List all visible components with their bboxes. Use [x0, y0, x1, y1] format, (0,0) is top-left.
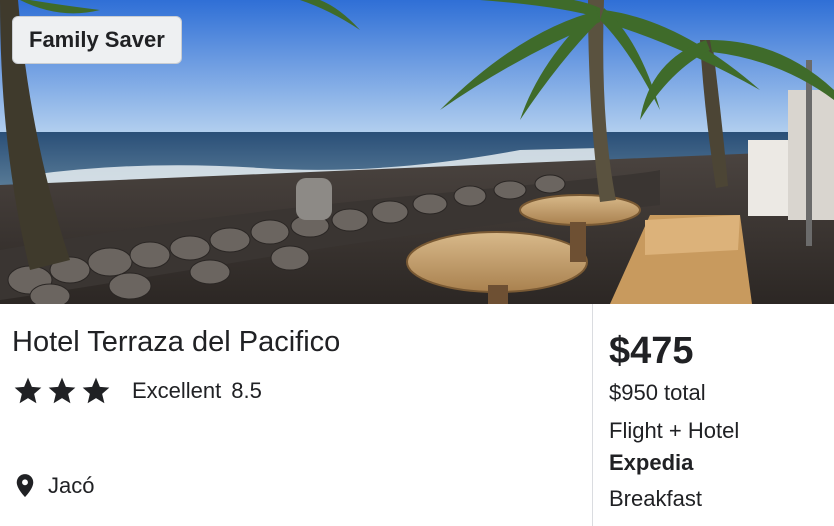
- star-icon: [82, 377, 110, 404]
- location-name: Jacó: [48, 473, 95, 498]
- hotel-name[interactable]: Hotel Terraza del Pacifico: [12, 326, 340, 359]
- price-per-person: $475: [609, 330, 694, 372]
- package-type: Flight + Hotel: [609, 418, 740, 443]
- rating-label: Excellent: [132, 378, 222, 403]
- star-icon: [48, 377, 76, 404]
- star-icon: [14, 377, 42, 404]
- rating-score: 8.5: [231, 378, 262, 403]
- hotel-photo[interactable]: Family Saver: [0, 0, 834, 304]
- total-price: $950 total: [609, 380, 706, 405]
- star-rating: [12, 375, 112, 407]
- amenity-label: Breakfast: [609, 486, 702, 511]
- family-saver-badge: Family Saver: [12, 16, 182, 64]
- price-panel: $475 $950 total Flight + Hotel Expedia B…: [593, 304, 834, 526]
- hotel-result-card[interactable]: Family Saver Hotel Terraza del Pacifico …: [0, 0, 834, 526]
- hotel-info: Hotel Terraza del Pacifico Excellent 8.5…: [0, 304, 592, 526]
- badge-label: Family Saver: [29, 27, 165, 52]
- provider-name[interactable]: Expedia: [609, 450, 693, 476]
- rating-row: Excellent 8.5: [12, 374, 262, 408]
- map-pin-icon: [16, 474, 34, 497]
- location-row: Jacó: [14, 470, 94, 502]
